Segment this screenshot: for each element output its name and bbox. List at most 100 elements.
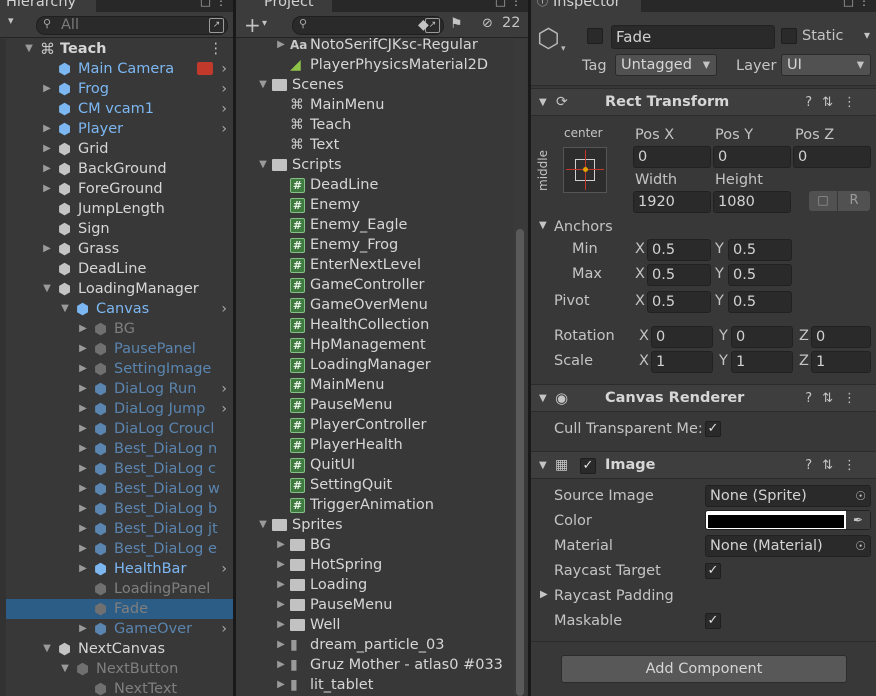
add-component-button[interactable]: Add Component bbox=[561, 655, 847, 683]
project-row[interactable]: ◢ PlayerPhysicsMaterial2D bbox=[236, 55, 528, 75]
project-tab-menu-icon[interactable]: □ ⋮ bbox=[495, 0, 522, 10]
project-row[interactable]: # PlayerHealth bbox=[236, 435, 528, 455]
hierarchy-row[interactable]: ▶ ⬢ DiaLog Run › bbox=[0, 379, 233, 399]
create-dropdown-arrow-icon[interactable]: ▾ bbox=[262, 18, 267, 29]
prefab-open-chevron-icon[interactable]: › bbox=[221, 79, 227, 99]
expand-right-icon[interactable]: ▶ bbox=[42, 179, 52, 199]
hierarchy-row[interactable]: ▶ ⬢ Best_DiaLog c bbox=[0, 459, 233, 479]
expand-right-icon[interactable]: ▶ bbox=[276, 35, 286, 55]
project-row[interactable]: # GameOverMenu bbox=[236, 295, 528, 315]
expand-right-icon[interactable]: ▶ bbox=[276, 595, 286, 615]
cull-transparent-checkbox[interactable]: ✓ bbox=[705, 421, 721, 437]
object-name-field[interactable]: Fade bbox=[611, 25, 775, 49]
hierarchy-row[interactable]: ▶ ⬢ Best_DiaLog jt bbox=[0, 519, 233, 539]
expand-right-icon[interactable]: ▶ bbox=[78, 519, 88, 539]
scale-x-field[interactable]: 1 bbox=[651, 351, 713, 373]
project-row[interactable]: ▶ HotSpring bbox=[236, 555, 528, 575]
scale-y-field[interactable]: 1 bbox=[731, 351, 793, 373]
image-enabled-checkbox[interactable]: ✓ bbox=[580, 458, 596, 474]
tab-inspector[interactable]: ⓘ Inspector bbox=[531, 0, 641, 12]
prefab-open-chevron-icon[interactable]: › bbox=[221, 559, 227, 579]
project-row[interactable]: ▶ ▮ lit_tablet bbox=[236, 675, 528, 695]
prefab-open-chevron-icon[interactable]: › bbox=[221, 119, 227, 139]
raycast-padding-label[interactable]: Raycast Padding bbox=[554, 586, 674, 606]
inspector-tab-menu-icon[interactable]: □ ⋮ bbox=[843, 0, 870, 10]
min-x-field[interactable]: 0.5 bbox=[647, 239, 711, 261]
static-checkbox[interactable] bbox=[781, 28, 797, 44]
component-header-icons[interactable]: ?⇅⋮ bbox=[805, 452, 866, 479]
material-field[interactable]: None (Material) ☉ bbox=[705, 535, 871, 557]
hierarchy-row[interactable]: ▼ ⌘ Teach ⋮ bbox=[0, 39, 233, 59]
expand-right-icon[interactable]: ▶ bbox=[78, 419, 88, 439]
project-row[interactable]: ▶ Aa NotoSerifCJKsc-Regular bbox=[236, 35, 528, 55]
expand-right-icon[interactable]: ▶ bbox=[276, 675, 286, 695]
hierarchy-row-selected[interactable]: ⬢ Fade bbox=[0, 599, 233, 619]
width-field[interactable]: 1920 bbox=[633, 191, 711, 213]
expand-right-icon[interactable]: ▶ bbox=[276, 615, 286, 635]
foldout-arrow-icon[interactable]: ▼ bbox=[539, 452, 547, 479]
pivot-x-field[interactable]: 0.5 bbox=[647, 291, 711, 313]
project-scrollbar[interactable] bbox=[514, 39, 526, 696]
gameobject-icon-dropdown-icon[interactable]: ▾ bbox=[561, 44, 566, 54]
raycast-padding-foldout-icon[interactable]: ▶ bbox=[540, 589, 548, 600]
project-row[interactable]: # SettingQuit bbox=[236, 475, 528, 495]
tag-dropdown[interactable]: Untagged bbox=[615, 54, 717, 76]
max-x-field[interactable]: 0.5 bbox=[647, 264, 711, 286]
pos-z-field[interactable]: 0 bbox=[793, 146, 871, 168]
expand-right-icon[interactable]: ▶ bbox=[78, 439, 88, 459]
blueprint-mode-button[interactable]: □ bbox=[809, 191, 837, 211]
foldout-arrow-icon[interactable]: ▼ bbox=[539, 385, 547, 412]
project-row[interactable]: # TriggerAnimation bbox=[236, 495, 528, 515]
max-y-field[interactable]: 0.5 bbox=[728, 264, 792, 286]
expand-down-icon[interactable]: ▼ bbox=[42, 279, 52, 299]
tab-hierarchy[interactable]: Hierarchy bbox=[0, 0, 96, 12]
project-row[interactable]: ▶ ▮ Gruz Mother - atlas0 #033 bbox=[236, 655, 528, 675]
project-scrollbar-thumb[interactable] bbox=[516, 229, 524, 696]
project-row[interactable]: ▶ BG bbox=[236, 535, 528, 555]
static-dropdown-icon[interactable]: ▾ bbox=[864, 28, 870, 42]
raw-edit-button[interactable]: R bbox=[838, 191, 870, 211]
filter-by-label-icon[interactable]: ⚑ bbox=[450, 16, 463, 32]
hierarchy-row[interactable]: ▼ ⬢ NextCanvas bbox=[0, 639, 233, 659]
expand-right-icon[interactable]: ▶ bbox=[42, 79, 52, 99]
object-picker-icon[interactable]: ☉ bbox=[855, 536, 866, 556]
project-row[interactable]: ⌘ Teach bbox=[236, 115, 528, 135]
project-row[interactable]: # MainMenu bbox=[236, 375, 528, 395]
project-row[interactable]: # QuitUI bbox=[236, 455, 528, 475]
tab-project[interactable]: Project bbox=[236, 0, 332, 12]
hierarchy-row[interactable]: ▶ ⬢ Best_DiaLog b bbox=[0, 499, 233, 519]
prefab-open-chevron-icon[interactable]: › bbox=[221, 379, 227, 399]
add-dropdown-arrow-icon[interactable]: ▾ bbox=[8, 14, 14, 27]
expand-right-icon[interactable]: ▶ bbox=[78, 559, 88, 579]
rotation-x-field[interactable]: 0 bbox=[651, 326, 713, 348]
expand-right-icon[interactable]: ▶ bbox=[276, 655, 286, 675]
hierarchy-row[interactable]: ▶ ⬢ HealthBar › bbox=[0, 559, 233, 579]
active-checkbox[interactable] bbox=[587, 28, 603, 44]
expand-right-icon[interactable]: ▶ bbox=[276, 575, 286, 595]
scale-z-field[interactable]: 1 bbox=[811, 351, 871, 373]
eyedropper-icon[interactable]: ✒ bbox=[846, 511, 870, 529]
expand-right-icon[interactable]: ▶ bbox=[276, 555, 286, 575]
rect-transform-header[interactable]: ▼ ⟳ Rect Transform ?⇅⋮ bbox=[531, 88, 876, 116]
scene-menu-icon[interactable]: ⋮ bbox=[209, 39, 224, 59]
expand-right-icon[interactable]: ▶ bbox=[78, 359, 88, 379]
expand-right-icon[interactable]: ▶ bbox=[78, 319, 88, 339]
component-header-icons[interactable]: ?⇅⋮ bbox=[805, 385, 866, 412]
component-header-icons[interactable]: ?⇅⋮ bbox=[805, 89, 866, 116]
anchor-presets-button[interactable] bbox=[563, 147, 607, 193]
hierarchy-row[interactable]: ⬢ Main Camera › bbox=[0, 59, 233, 79]
hierarchy-row[interactable]: ⬢ CM vcam1 › bbox=[0, 99, 233, 119]
project-row[interactable]: # GameController bbox=[236, 275, 528, 295]
expand-right-icon[interactable]: ▶ bbox=[42, 119, 52, 139]
project-row[interactable]: ⌘ MainMenu bbox=[236, 95, 528, 115]
project-row[interactable]: ▼ Sprites bbox=[236, 515, 528, 535]
hierarchy-row[interactable]: ▶ ⬢ PausePanel bbox=[0, 339, 233, 359]
project-row[interactable]: # Enemy_Frog bbox=[236, 235, 528, 255]
raycast-target-checkbox[interactable]: ✓ bbox=[705, 563, 721, 579]
search-filter-icon[interactable]: ↗ bbox=[209, 18, 224, 33]
filter-by-type-icon[interactable]: ◆ bbox=[418, 17, 429, 33]
hierarchy-tab-menu-icon[interactable]: □ ⋮ bbox=[200, 0, 227, 10]
hierarchy-row[interactable]: ▼ ⬢ LoadingManager bbox=[0, 279, 233, 299]
hierarchy-row[interactable]: ▶ ⬢ Best_DiaLog e bbox=[0, 539, 233, 559]
pos-y-field[interactable]: 0 bbox=[713, 146, 791, 168]
